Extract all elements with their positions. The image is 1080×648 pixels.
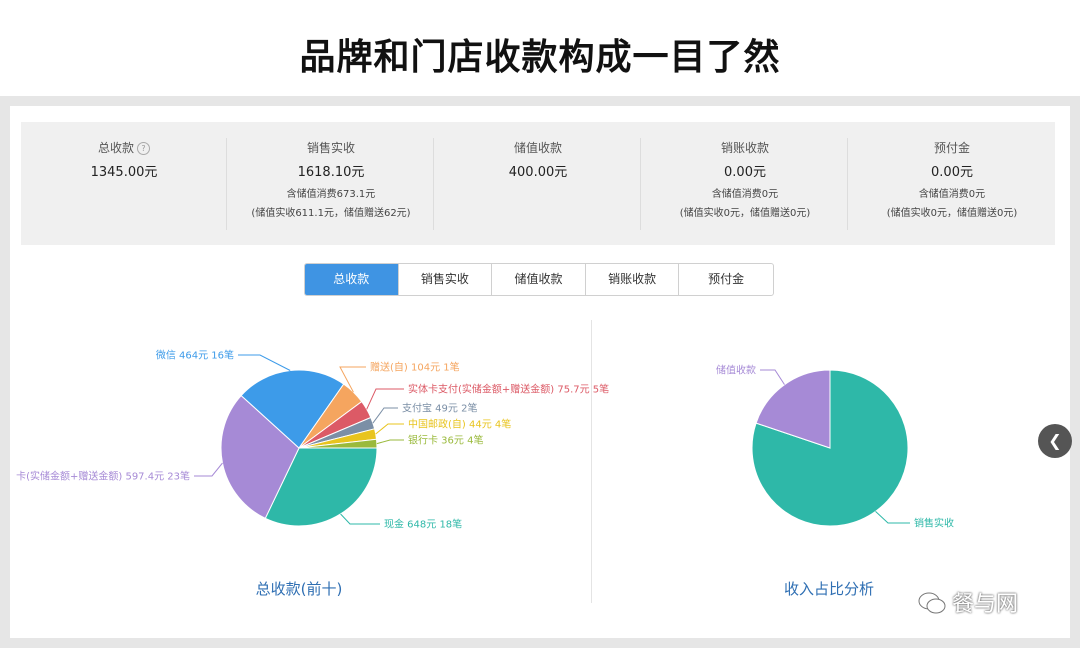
slice-label: 现金 648元 18笔 (384, 518, 462, 531)
leader-line (376, 439, 404, 445)
slice-label: 卡(实储金额+赠送金额) 597.4元 23笔 (16, 470, 190, 483)
leader-line (372, 407, 398, 424)
watermark: 餐与网 (918, 586, 1068, 617)
leader-line (194, 462, 223, 477)
leader-line (375, 423, 404, 435)
slice-label: 赠送(自) 104元 1笔 (370, 361, 460, 374)
slice-label: 支付宝 49元 2笔 (402, 402, 477, 415)
slice-label: 销售实收 (914, 517, 954, 530)
chart-title-total: 总收款(前十) (255, 580, 343, 598)
slice-label: 储值收款 (716, 364, 756, 377)
charts-canvas: 现金 648元 18笔 卡(实储金额+赠送金额) 597.4元 23笔 微信 464… (16, 349, 954, 531)
slice-label: 银行卡 36元 4笔 (408, 434, 483, 447)
leader-line (366, 388, 404, 410)
wechat-icon (918, 592, 946, 614)
side-handle[interactable]: ❮ (1038, 424, 1072, 458)
watermark-text: 餐与网 (952, 592, 1019, 617)
leader-line (875, 511, 910, 524)
leader-line (238, 354, 291, 371)
slice-label: 中国邮政(自) 44元 4笔 (408, 418, 511, 431)
leader-line (760, 369, 785, 385)
chart-title-ratio: 收入占比分析 (783, 580, 874, 598)
slice-label: 微信 464元 16笔 (156, 349, 234, 362)
leader-line (340, 513, 380, 525)
slice-label: 实体卡支付(实储金额+赠送金额) 75.7元 5笔 (408, 383, 609, 396)
chevron-left-icon: ❮ (1048, 431, 1062, 450)
